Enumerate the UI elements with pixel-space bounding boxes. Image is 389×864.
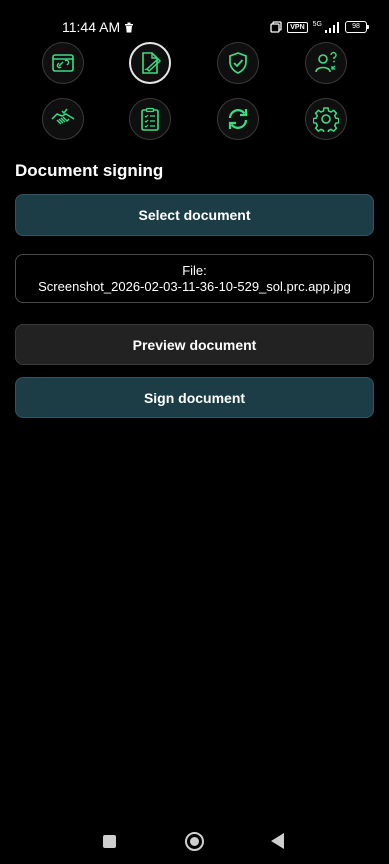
file-label: File: bbox=[182, 262, 207, 278]
screen-mirror-icon bbox=[270, 21, 282, 33]
status-left: 11:44 AM bbox=[62, 19, 134, 35]
settings-button[interactable] bbox=[305, 98, 347, 140]
checklist-button[interactable] bbox=[129, 98, 171, 140]
home-button[interactable] bbox=[185, 832, 204, 851]
vpn-badge: VPN bbox=[287, 21, 308, 33]
page-title: Document signing bbox=[15, 161, 164, 180]
shield-check-icon bbox=[229, 52, 247, 74]
select-document-button[interactable]: Select document bbox=[15, 194, 374, 236]
screen: 11:44 AM VPN 5G 98 Document signing Sele… bbox=[0, 0, 389, 864]
status-right: VPN 5G 98 bbox=[270, 20, 369, 33]
security-button[interactable] bbox=[217, 42, 259, 84]
battery-indicator: 98 bbox=[345, 21, 369, 33]
signal-icon bbox=[325, 21, 339, 33]
file-name: Screenshot_2026-02-03-11-36-10-529_sol.p… bbox=[38, 278, 351, 294]
sync-button[interactable] bbox=[217, 98, 259, 140]
settings-gear-icon bbox=[313, 107, 339, 132]
selected-file-info: File: Screenshot_2026-02-03-11-36-10-529… bbox=[15, 254, 374, 303]
status-bar: 11:44 AM VPN 5G 98 bbox=[0, 0, 389, 40]
back-button[interactable] bbox=[271, 833, 284, 849]
sign-document-button[interactable]: Sign document bbox=[15, 377, 374, 418]
user-help-icon bbox=[315, 51, 337, 73]
system-nav-bar bbox=[0, 820, 389, 864]
agreement-button[interactable] bbox=[42, 98, 84, 140]
user-help-button[interactable] bbox=[305, 42, 347, 84]
recents-button[interactable] bbox=[103, 835, 116, 848]
document-sign-button[interactable] bbox=[129, 42, 171, 84]
preview-document-button[interactable]: Preview document bbox=[15, 324, 374, 365]
handshake-icon bbox=[51, 108, 75, 125]
network-type: 5G bbox=[312, 20, 322, 28]
sync-icon bbox=[228, 109, 248, 129]
status-time: 11:44 AM bbox=[62, 19, 121, 35]
trash-notification-icon bbox=[125, 22, 134, 32]
clipboard-checklist-icon bbox=[141, 107, 159, 131]
document-sign-icon bbox=[142, 52, 162, 74]
wallet-link-icon bbox=[52, 54, 74, 72]
wallet-link-button[interactable] bbox=[42, 42, 84, 84]
